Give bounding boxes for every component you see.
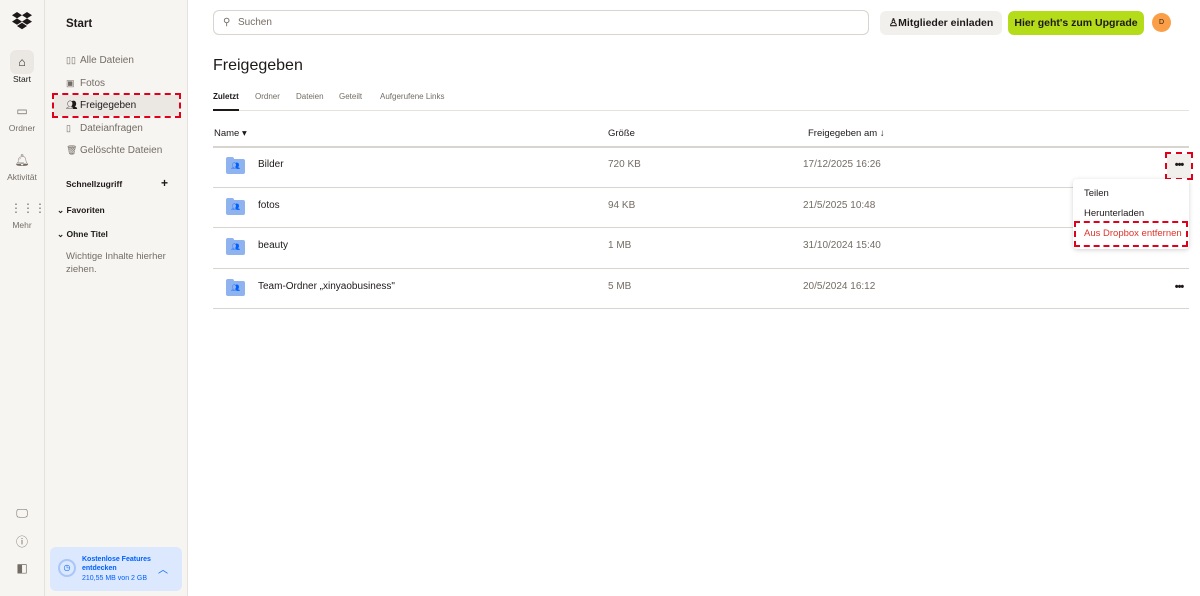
- tab-zuletzt[interactable]: Zuletzt: [213, 92, 239, 111]
- sidebar: Start ▯▯ Alle Dateien ▣ Fotos 👥︎ Freigegebe…: [45, 0, 188, 596]
- files-icon: ▯▯: [66, 55, 76, 65]
- home-icon: ⌂: [10, 50, 34, 74]
- menu-item-herunterladen[interactable]: Herunterladen: [1084, 208, 1144, 219]
- tab-geteilt[interactable]: Geteilt: [339, 92, 362, 111]
- more-options-button[interactable]: •••: [1167, 276, 1191, 300]
- shared-folder-icon: 👥︎: [226, 157, 245, 174]
- upgrade-button[interactable]: Hier geht's zum Upgrade: [1008, 11, 1144, 35]
- page-title: Freigegeben: [213, 57, 303, 74]
- trash-icon: 🗑︎: [66, 145, 78, 155]
- desktop-app-icon[interactable]: 🖵︎: [12, 506, 32, 521]
- help-icon[interactable]: ⓘ: [12, 533, 32, 550]
- sidebar-item-freigegeben[interactable]: 👥︎ Freigegeben: [52, 93, 181, 118]
- dropbox-logo[interactable]: [12, 12, 32, 30]
- app-rail: ⌂ Start ▭ Ordner 🔔︎ Aktivität ⋮⋮⋮ Mehr 🖵︎ ⓘ …: [0, 0, 46, 596]
- photo-icon: ▣: [66, 78, 75, 88]
- invite-members-button[interactable]: ♙Mitglieder einladen: [880, 11, 1002, 35]
- shared-icon: 👥︎: [66, 100, 78, 110]
- untitled-toggle[interactable]: ⌄ Ohne Titel: [57, 229, 108, 240]
- rail-item-ordner[interactable]: ▭ Ordner: [0, 99, 44, 133]
- promo-card[interactable]: ◷ Kostenlose Features entdecken 210,55 M…: [50, 547, 182, 591]
- drop-hint: Wichtige Inhalte hierher ziehen.: [66, 251, 166, 275]
- quick-access-heading: Schnellzugriff: [66, 179, 123, 189]
- shared-folder-icon: 👥︎: [226, 238, 245, 255]
- search-icon: ⚲: [223, 17, 231, 28]
- user-add-icon: ♙: [888, 17, 899, 29]
- sidebar-item-geloeschte-dateien[interactable]: 🗑︎ Gelöschte Dateien: [54, 140, 179, 161]
- storage-progress-icon: ◷: [58, 559, 76, 577]
- tab-ordner[interactable]: Ordner: [255, 92, 280, 111]
- grid-icon: ⋮⋮⋮: [10, 201, 46, 215]
- column-size[interactable]: Größe: [608, 128, 635, 139]
- file-request-icon: ▯: [66, 123, 71, 133]
- rail-item-start[interactable]: ⌂ Start: [0, 50, 44, 84]
- tab-dateien[interactable]: Dateien: [296, 92, 324, 111]
- context-menu: Teilen Herunterladen Aus Dropbox entfern…: [1073, 179, 1189, 249]
- tab-aufgerufene-links[interactable]: Aufgerufene Links: [380, 92, 445, 111]
- table-row[interactable]: 👥︎ Bilder 720 KB 17/12/2025 16:26 •••: [213, 146, 1193, 187]
- shared-folder-icon: 👥︎: [226, 198, 245, 215]
- sidebar-toggle-icon[interactable]: ◧: [12, 561, 32, 575]
- column-name[interactable]: Name ▾: [214, 128, 247, 139]
- bell-icon: 🔔︎: [14, 153, 30, 167]
- menu-item-teilen[interactable]: Teilen: [1084, 188, 1109, 199]
- rail-item-aktivitaet[interactable]: 🔔︎ Aktivität: [0, 148, 44, 182]
- sidebar-item-alle-dateien[interactable]: ▯▯ Alle Dateien: [54, 50, 179, 71]
- column-date[interactable]: Freigegeben am ↓: [808, 128, 885, 139]
- more-options-button[interactable]: •••: [1165, 152, 1193, 180]
- sidebar-title: Start: [66, 18, 93, 30]
- sidebar-item-dateianfragen[interactable]: ▯ Dateianfragen: [54, 118, 179, 139]
- menu-item-aus-dropbox-entfernen[interactable]: Aus Dropbox entfernen: [1074, 221, 1188, 247]
- sidebar-item-fotos[interactable]: ▣ Fotos: [54, 73, 179, 94]
- folder-icon: ▭: [16, 104, 28, 118]
- tabs: Zuletzt Ordner Dateien Geteilt Aufgerufe…: [213, 92, 1189, 111]
- favorites-toggle[interactable]: ⌄ Favoriten: [57, 205, 105, 216]
- search-input[interactable]: ⚲ Suchen: [213, 10, 869, 35]
- rail-item-mehr[interactable]: ⋮⋮⋮ Mehr: [0, 196, 46, 230]
- add-quick-access-icon[interactable]: +: [161, 176, 168, 190]
- table-row[interactable]: 👥︎ Team-Ordner „xinyaobusiness" 5 MB 20/…: [213, 268, 1189, 309]
- avatar[interactable]: D: [1152, 13, 1171, 32]
- table-row[interactable]: 👥︎ fotos 94 KB 21/5/2025 10:48: [213, 187, 1189, 228]
- shared-folder-icon: 👥︎: [226, 279, 245, 296]
- divider: [213, 308, 1189, 309]
- table-row[interactable]: 👥︎ beauty 1 MB 31/10/2024 15:40: [213, 227, 1189, 268]
- chevron-up-icon[interactable]: ︿: [158, 561, 168, 576]
